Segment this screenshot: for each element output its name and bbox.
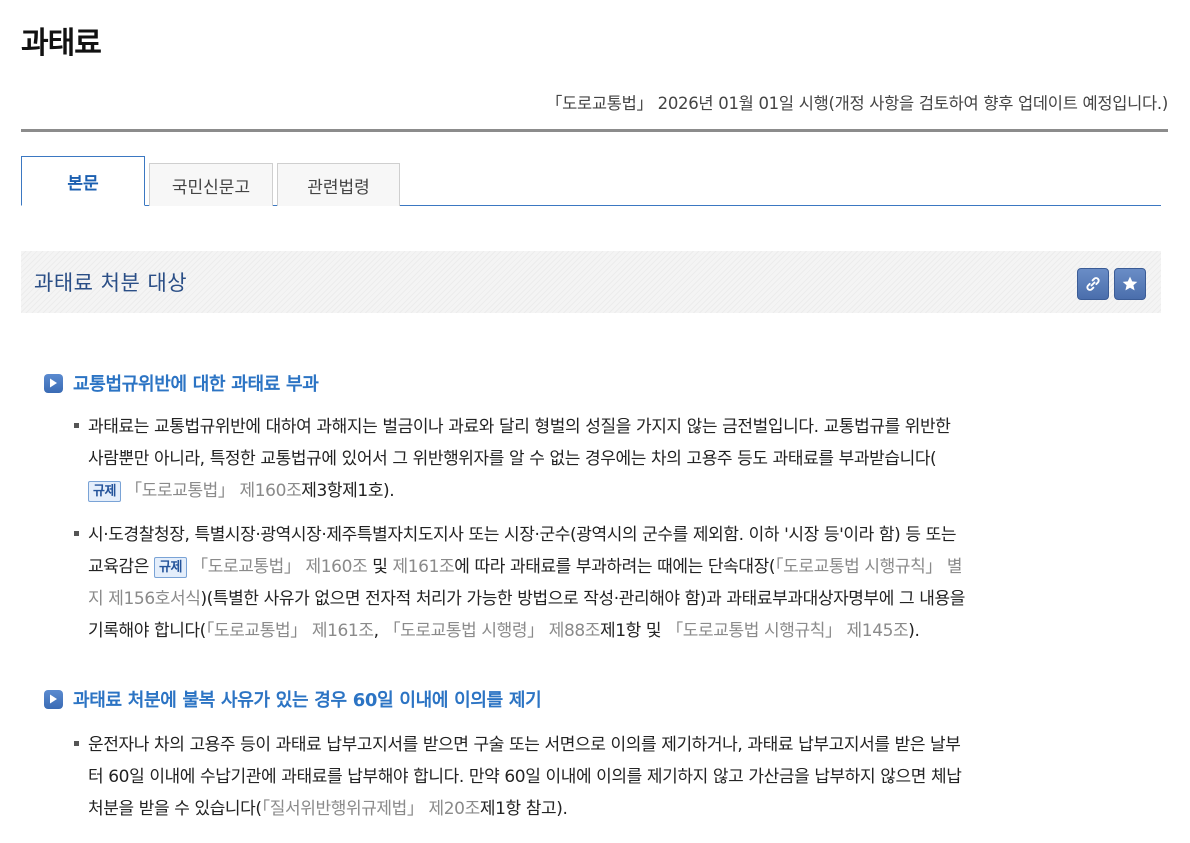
page-title: 과태료: [21, 26, 102, 61]
paragraph-line: 지 제156호서식)(특별한 사유가 없으면 전자적 처리가 가능한 방법으로 …: [74, 583, 1138, 615]
paragraph-line: 사람뿐만 아니라, 특정한 교통법규에 있어서 그 위반행위자를 알 수 없는 …: [88, 449, 937, 469]
paragraph-text: 에 따라 과태료를 부과하려는 때에는 단속대장(: [454, 557, 776, 577]
play-arrow-icon: [44, 689, 63, 709]
subsection-heading: 과태료 처분에 불복 사유가 있는 경우 60일 이내에 이의를 제기: [44, 686, 542, 712]
paragraph-text: 제1항 참고).: [479, 799, 568, 819]
paragraph-text: ,: [373, 621, 384, 641]
paragraph-text: 제1항 및: [600, 621, 667, 641]
bullet-icon: [74, 530, 79, 536]
law-reference-link[interactable]: 제161조: [393, 557, 455, 577]
law-reference-link[interactable]: 「도로교통법」 제161조: [206, 621, 374, 641]
law-reference-link[interactable]: 「도로교통법 시행령」 제88조: [384, 621, 601, 641]
tab-main-text[interactable]: 본문: [21, 156, 145, 206]
law-reference-link[interactable]: 「도로교통법」 제160조: [125, 481, 302, 501]
subsection-heading: 교통법규위반에 대한 과태료 부과: [44, 370, 319, 396]
law-reference-link[interactable]: 지 제156호서식: [88, 589, 201, 609]
law-reference-link[interactable]: 「도로교통법 시행규칙」 별: [775, 557, 963, 577]
paragraph-line: 운전자나 차의 고용주 등이 과태료 납부고지서를 받으면 구술 또는 서면으로…: [74, 729, 1138, 761]
law-reference-link[interactable]: 「도로교통법 시행규칙」 제145조: [666, 621, 909, 641]
paragraph-text: 시·도경찰청장, 특별시장·광역시장·제주특별자치도지사 또는 시장·군수(광역…: [88, 525, 957, 545]
star-icon: [1122, 276, 1138, 291]
paragraph-text: 및: [367, 557, 393, 577]
paragraph-text: 처분을 받을 수 있습니다(: [88, 799, 262, 819]
title-divider: [21, 129, 1168, 132]
law-reference-link[interactable]: 「도로교통법」 제160조: [191, 557, 368, 577]
paragraph-line: 과태료는 교통법규위반에 대하여 과해지는 벌금이나 과료와 달리 형벌의 성질…: [74, 411, 1138, 443]
tab-national-petition[interactable]: 국민신문고: [149, 163, 273, 206]
link-icon: [1086, 277, 1100, 291]
bullet-icon: [74, 422, 79, 428]
copy-link-button[interactable]: [1077, 268, 1109, 300]
paragraph-text: 운전자나 차의 고용주 등이 과태료 납부고지서를 받으면 구술 또는 서면으로…: [88, 735, 961, 755]
law-reference-link[interactable]: 「질서위반행위규제법」 제20조: [262, 799, 481, 819]
paragraph-text: 과태료는 교통법규위반에 대하여 과해지는 벌금이나 과료와 달리 형벌의 성질…: [88, 417, 951, 437]
paragraph-text: 교육감은: [88, 557, 149, 577]
paragraph: 과태료는 교통법규위반에 대하여 과해지는 벌금이나 과료와 달리 형벌의 성질…: [74, 411, 1138, 507]
law-enforcement-info: 「도로교통법」 2026년 01월 01일 시행(개정 사항을 검토하여 향후 …: [545, 94, 1168, 113]
paragraph-line: 시·도경찰청장, 특별시장·광역시장·제주특별자치도지사 또는 시장·군수(광역…: [74, 519, 1138, 551]
section-header: 과태료 처분 대상: [21, 251, 1161, 313]
paragraph-line: 규제 「도로교통법」 제160조제3항제1호).: [74, 475, 1138, 507]
tab-related-laws[interactable]: 관련법령: [277, 163, 400, 206]
tab-bar: 본문 국민신문고 관련법령: [21, 156, 1161, 206]
paragraph-line: 처분을 받을 수 있습니다(「질서위반행위규제법」 제20조제1항 참고).: [74, 793, 1138, 825]
paragraph-text: )(특별한 사유가 없으면 전자적 처리가 가능한 방법으로 작성·관리해야 함…: [200, 589, 965, 609]
paragraph: 시·도경찰청장, 특별시장·광역시장·제주특별자치도지사 또는 시장·군수(광역…: [74, 519, 1138, 647]
paragraph-line: 교육감은 규제 「도로교통법」 제160조 및 제161조에 따라 과태료를 부과…: [74, 551, 1138, 583]
paragraph-text: 제3항제1호).: [301, 481, 395, 501]
paragraph-line: 터 60일 이내에 수납기관에 과태료를 납부해야 합니다. 만약 60일 이내…: [88, 767, 962, 787]
paragraph-text: 기록해야 합니다(: [88, 621, 206, 641]
subsection-heading-text: 과태료 처분에 불복 사유가 있는 경우 60일 이내에 이의를 제기: [73, 690, 542, 711]
bookmark-button[interactable]: [1114, 268, 1146, 300]
regulation-badge[interactable]: 규제: [153, 557, 188, 578]
paragraph-line: 기록해야 합니다(「도로교통법」 제161조, 「도로교통법 시행령」 제88조…: [74, 615, 1138, 647]
paragraph-text: ).: [908, 621, 920, 641]
play-arrow-icon: [44, 373, 63, 393]
regulation-badge[interactable]: 규제: [88, 481, 122, 502]
bullet-icon: [74, 740, 79, 746]
section-title: 과태료 처분 대상: [34, 271, 188, 295]
paragraph: 운전자나 차의 고용주 등이 과태료 납부고지서를 받으면 구술 또는 서면으로…: [74, 729, 1138, 825]
subsection-heading-text: 교통법규위반에 대한 과태료 부과: [73, 374, 319, 395]
